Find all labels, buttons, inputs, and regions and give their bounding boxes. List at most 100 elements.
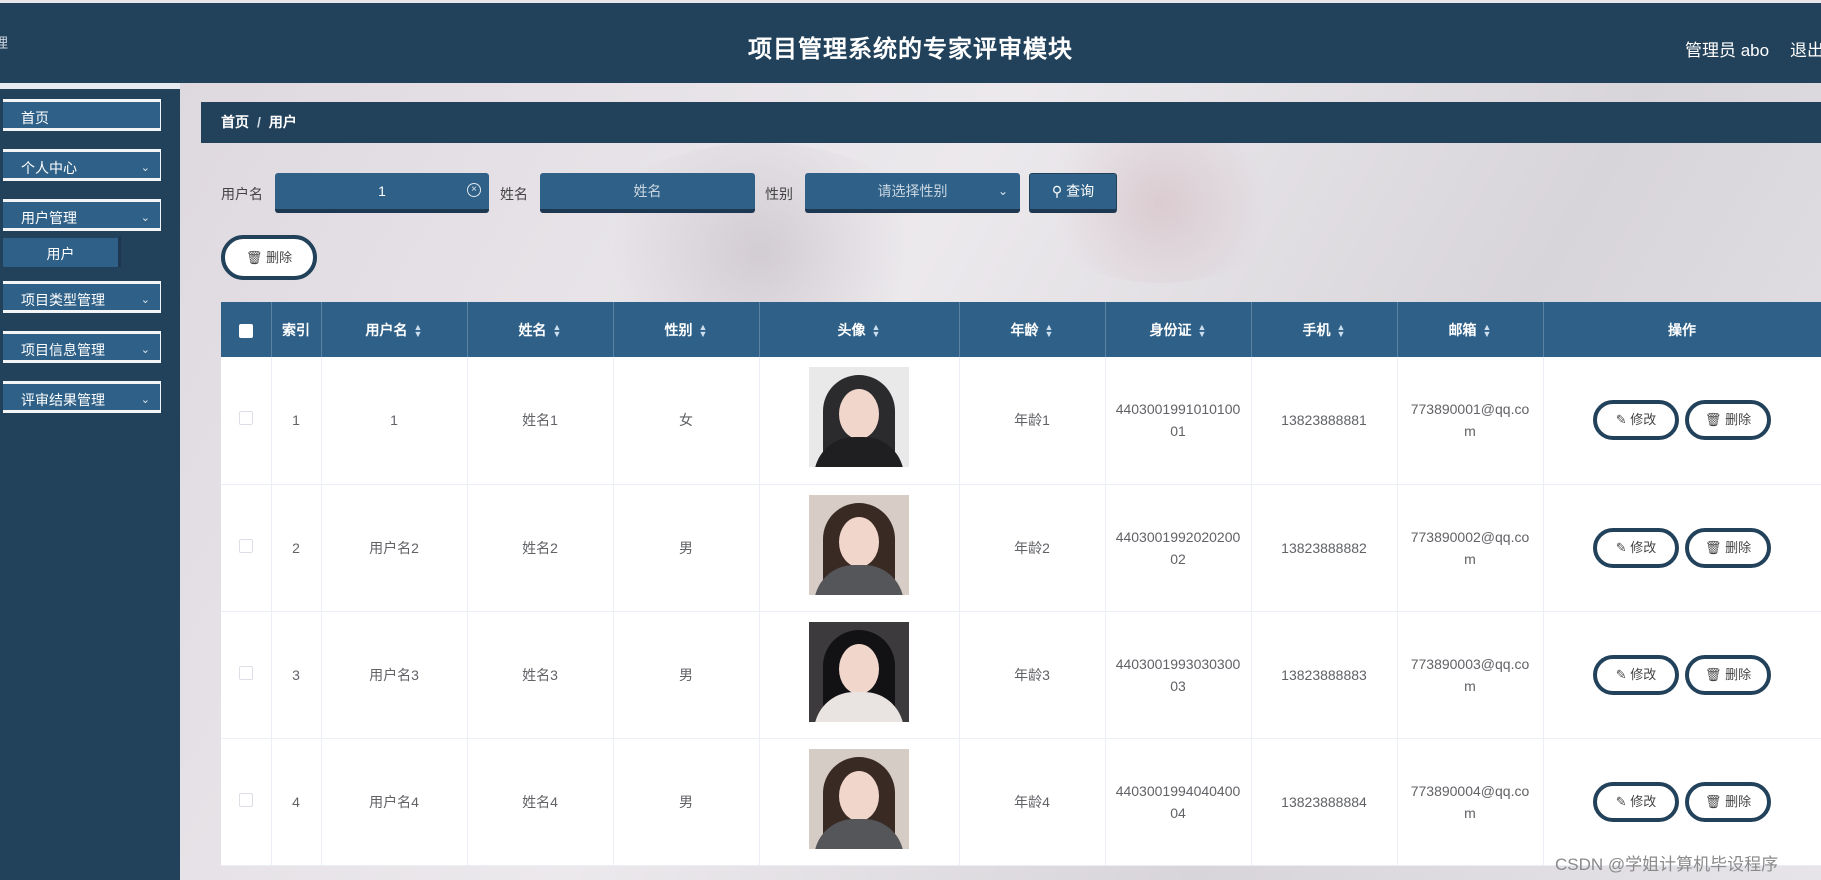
column-header-avatar[interactable]: 头像 ▲ ▼ — [759, 302, 960, 357]
email-cell: 773890003@qq.com — [1397, 611, 1544, 739]
bulk-delete-label: 删除 — [266, 250, 293, 265]
column-header-actions: 操作 — [1543, 302, 1821, 357]
gender-cell: 男 — [613, 738, 760, 866]
avatar[interactable] — [809, 367, 909, 468]
column-header-label: 索引 — [282, 321, 310, 338]
chevron-down-icon: ⌄ — [140, 294, 150, 306]
edit-button[interactable]: ✎ 修改 — [1593, 781, 1679, 822]
query-button[interactable]: ⚲ 查询 — [1029, 173, 1117, 213]
avatar[interactable] — [809, 621, 909, 722]
column-header-phone[interactable]: 手机 ▲ ▼ — [1251, 302, 1398, 357]
column-header-username[interactable]: 用户名 ▲ ▼ — [321, 302, 468, 357]
sidebar-item-label: 评审结果管理 — [21, 392, 105, 408]
sidebar-item-home[interactable]: 首页 — [3, 99, 161, 131]
row-select-cell[interactable] — [221, 738, 272, 866]
bulk-delete-button[interactable]: 🗑 删除 — [221, 235, 317, 280]
avatar[interactable] — [809, 494, 909, 595]
column-header-label: 身份证 — [1149, 321, 1192, 338]
avatar-face — [839, 643, 879, 694]
gender-label: 性别 — [765, 186, 793, 202]
gender-cell: 女 — [613, 357, 760, 485]
column-header-name[interactable]: 姓名 ▲ ▼ — [467, 302, 614, 357]
circle-x-icon[interactable]: × — [467, 183, 481, 197]
edit-button[interactable]: ✎ 修改 — [1593, 654, 1679, 695]
breadcrumb-home[interactable]: 首页 — [221, 114, 249, 130]
phone-cell: 13823888884 — [1251, 738, 1398, 866]
edit-button[interactable]: ✎ 修改 — [1593, 400, 1679, 441]
row-select-cell[interactable] — [221, 357, 272, 485]
username-label: 用户名 — [221, 186, 263, 202]
sidebar-item-review-result[interactable]: 评审结果管理 ⌄ — [3, 381, 161, 413]
sidebar-item-project-type[interactable]: 项目类型管理 ⌄ — [3, 281, 161, 313]
avatar-cell — [759, 611, 960, 739]
sidebar: 首页 个人中心 ⌄ 用户管理 ⌄ 用户 项目类型管理 ⌄ 项目信息管理 ⌄ 评审… — [0, 83, 180, 880]
user-table: 索引 用户名 ▲ ▼ 姓名 ▲ ▼ 性别 ▲ ▼ 头像 ▲ ▼ 年龄 ▲ ▼ 身份证 ▲ ▼ 手机 ▲ ▼ … — [221, 302, 1821, 866]
breadcrumb: 首页 / 用户 — [201, 102, 1821, 143]
edit-icon: ✎ — [1615, 793, 1627, 809]
username-input[interactable]: 1 × — [275, 173, 489, 213]
username-input-value: 1 — [378, 183, 386, 199]
top-header: 理 项目管理系统的专家评审模块 管理员 abo 退出 — [0, 3, 1821, 83]
gender-select[interactable]: 请选择性别 ⌄ — [805, 173, 1020, 213]
row-select-cell[interactable] — [221, 484, 272, 612]
actions-cell: ✎ 修改 🗑 删除 — [1543, 357, 1821, 485]
phone-cell: 13823888882 — [1251, 484, 1398, 612]
delete-button[interactable]: 🗑 删除 — [1685, 781, 1771, 822]
age-cell: 年龄3 — [959, 611, 1106, 739]
avatar-face — [839, 389, 879, 440]
avatar[interactable] — [809, 748, 909, 849]
name-input[interactable]: 姓名 — [540, 173, 755, 213]
column-header-email[interactable]: 邮箱 ▲ ▼ — [1397, 302, 1544, 357]
username-cell: 用户名2 — [321, 484, 468, 612]
column-header-index: 索引 — [271, 302, 322, 357]
sort-icon[interactable]: ▲ ▼ — [1045, 322, 1054, 338]
row-select-cell[interactable] — [221, 611, 272, 739]
edit-icon: ✎ — [1615, 412, 1627, 428]
name-cell: 姓名3 — [467, 611, 614, 739]
sort-icon[interactable]: ▲ ▼ — [1337, 322, 1346, 338]
trash-icon: 🗑 — [1704, 539, 1722, 555]
table-row: 3 用户名3 姓名3 男 年龄3 440300199303030003 1382… — [221, 611, 1821, 739]
sort-icon[interactable]: ▲ ▼ — [699, 322, 708, 338]
edit-button[interactable]: ✎ 修改 — [1593, 527, 1679, 568]
column-header-age[interactable]: 年龄 ▲ ▼ — [959, 302, 1106, 357]
sidebar-item-personal[interactable]: 个人中心 ⌄ — [3, 149, 161, 181]
sort-icon[interactable]: ▲ ▼ — [1198, 322, 1207, 338]
sidebar-subitem-user[interactable]: 用户 — [3, 235, 121, 267]
logout-link[interactable]: 退出 — [1790, 36, 1821, 61]
table-row: 4 用户名4 姓名4 男 年龄4 440300199404040004 1382… — [221, 738, 1821, 866]
app-title: 项目管理系统的专家评审模块 — [748, 36, 1073, 63]
sort-icon[interactable]: ▲ ▼ — [553, 322, 562, 338]
sort-icon[interactable]: ▲ ▼ — [414, 322, 423, 338]
sidebar-item-label: 个人中心 — [21, 160, 77, 176]
delete-button[interactable]: 🗑 删除 — [1685, 527, 1771, 568]
edit-button-label: 修改 — [1630, 412, 1657, 428]
id-card-text: 440300199404040004 — [1115, 782, 1241, 821]
chevron-down-icon: ⌄ — [140, 212, 150, 224]
row-checkbox[interactable] — [238, 411, 253, 426]
breadcrumb-current: 用户 — [268, 114, 297, 130]
edit-icon: ✎ — [1615, 539, 1627, 555]
avatar-cell — [759, 484, 960, 612]
breadcrumb-separator: / — [257, 114, 261, 130]
row-checkbox[interactable] — [238, 665, 253, 680]
delete-button[interactable]: 🗑 删除 — [1685, 400, 1771, 441]
avatar-cell — [759, 738, 960, 866]
column-header-gender[interactable]: 性别 ▲ ▼ — [613, 302, 760, 357]
actions-cell: ✎ 修改 🗑 删除 — [1543, 484, 1821, 612]
select-all-checkbox[interactable] — [238, 323, 253, 338]
sort-icon[interactable]: ▲ ▼ — [1483, 322, 1492, 338]
sidebar-item-label: 用户管理 — [21, 210, 77, 226]
delete-button-label: 删除 — [1725, 539, 1752, 555]
sort-icon[interactable]: ▲ ▼ — [872, 322, 881, 338]
sidebar-item-user-management[interactable]: 用户管理 ⌄ — [3, 199, 161, 231]
column-header-id-card[interactable]: 身份证 ▲ ▼ — [1105, 302, 1252, 357]
row-checkbox[interactable] — [238, 792, 253, 807]
row-checkbox[interactable] — [238, 538, 253, 553]
select-all-header[interactable] — [221, 302, 272, 357]
delete-button[interactable]: 🗑 删除 — [1685, 654, 1771, 695]
delete-button-label: 删除 — [1725, 666, 1752, 682]
index-cell: 3 — [271, 611, 322, 739]
column-header-label: 姓名 — [518, 321, 547, 338]
sidebar-item-project-info[interactable]: 项目信息管理 ⌄ — [3, 331, 161, 363]
